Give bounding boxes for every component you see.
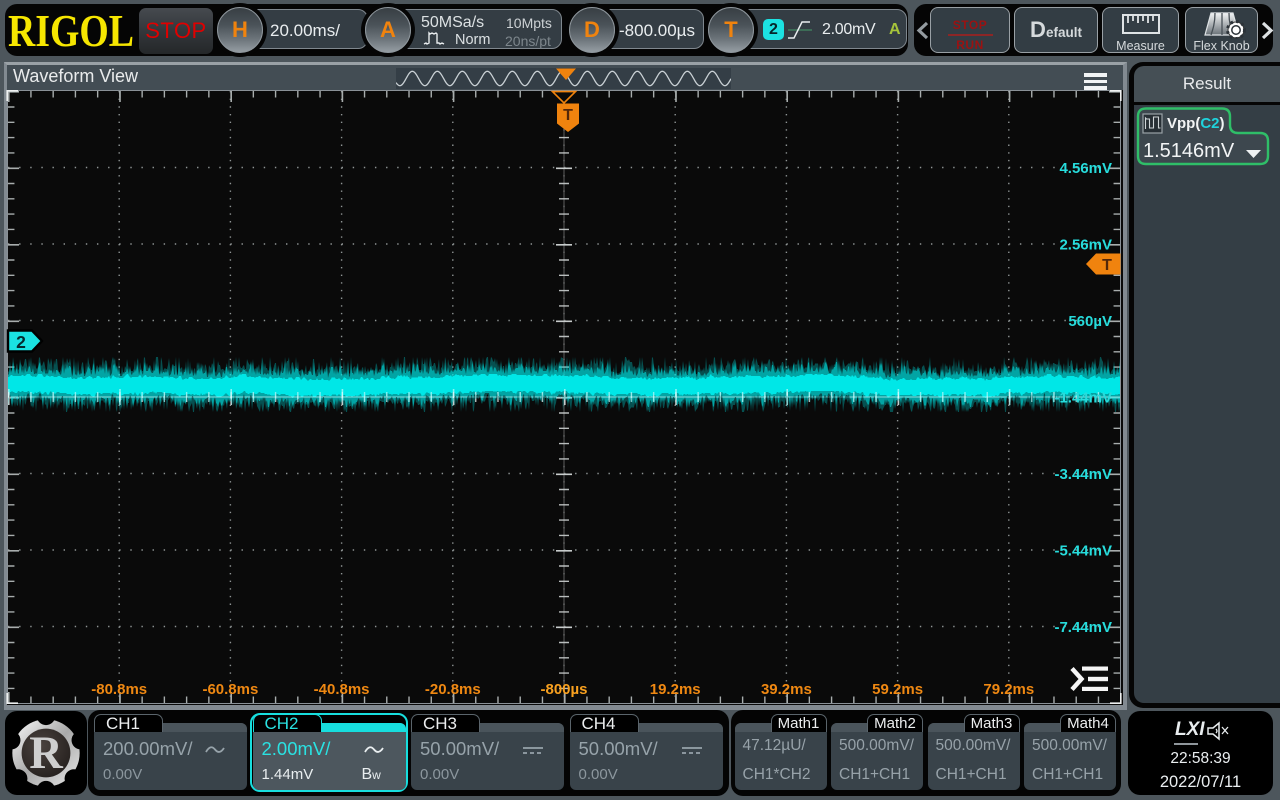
- svg-text:-5.44mV: -5.44mV: [1054, 543, 1112, 560]
- svg-text:2: 2: [16, 332, 26, 352]
- svg-text:-800µs: -800µs: [540, 681, 587, 698]
- svg-text:-3.44mV: -3.44mV: [1054, 466, 1112, 483]
- svg-text:79.2ms: 79.2ms: [983, 681, 1034, 698]
- svg-text:560µV: 560µV: [1068, 313, 1112, 330]
- svg-text:T: T: [563, 107, 573, 124]
- svg-text:R: R: [29, 728, 63, 779]
- svg-text:-7.44mV: -7.44mV: [1054, 619, 1112, 636]
- svg-text:-60.8ms: -60.8ms: [202, 681, 258, 698]
- svg-text:-80.8ms: -80.8ms: [91, 681, 147, 698]
- svg-text:19.2ms: 19.2ms: [650, 681, 701, 698]
- svg-text:1.5146mV: 1.5146mV: [1143, 140, 1235, 162]
- svg-text:-1.44mV: -1.44mV: [1054, 390, 1112, 407]
- svg-text:-20.8ms: -20.8ms: [425, 681, 481, 698]
- svg-text:Vpp(C2): Vpp(C2): [1167, 115, 1225, 132]
- svg-text:-40.8ms: -40.8ms: [314, 681, 370, 698]
- svg-text:4.56mV: 4.56mV: [1059, 160, 1112, 177]
- svg-text:RIGOL: RIGOL: [8, 10, 134, 50]
- svg-text:39.2ms: 39.2ms: [761, 681, 812, 698]
- svg-text:59.2ms: 59.2ms: [872, 681, 923, 698]
- svg-text:2.56mV: 2.56mV: [1059, 237, 1112, 254]
- svg-text:T: T: [1102, 257, 1112, 274]
